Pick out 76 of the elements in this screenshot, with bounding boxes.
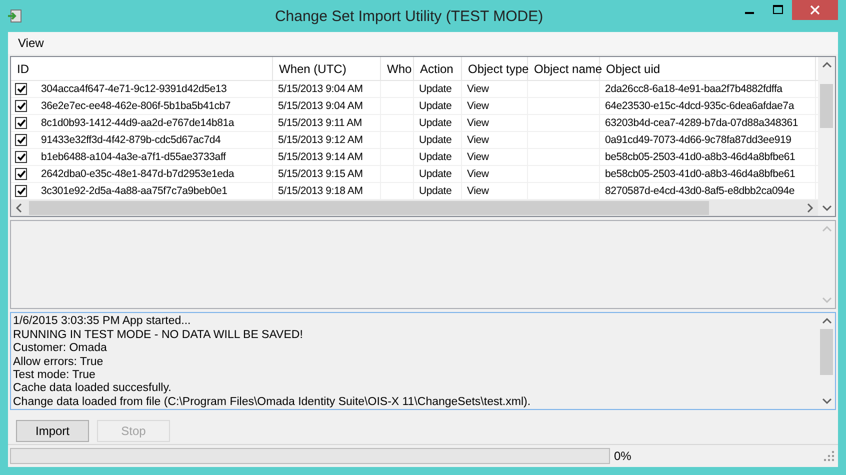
import-button[interactable]: Import xyxy=(16,420,89,442)
scroll-down-icon[interactable] xyxy=(822,397,832,406)
checkbox[interactable] xyxy=(15,116,27,129)
scrollbar-thumb[interactable] xyxy=(820,84,833,128)
checkbox[interactable] xyxy=(15,184,27,197)
table-cell: be58cb05-2503-41d0-a8b3-46d4a8bfbe61 xyxy=(605,168,796,180)
table-cell: 5/15/2013 9:18 AM xyxy=(278,184,363,197)
column-header[interactable]: Object type xyxy=(462,56,528,80)
menu-item[interactable]: View xyxy=(10,34,52,52)
table-cell: 8c1d0b93-1412-44d9-aa2d-e767de14b81a xyxy=(41,116,234,129)
table-cell: Update xyxy=(419,100,452,112)
table-cell: View xyxy=(467,150,489,163)
table-cell: 64e23530-e15c-4dcd-935c-6dea6afdae7a xyxy=(605,100,794,112)
close-icon xyxy=(810,5,820,15)
table-cell: 5/15/2013 9:04 AM xyxy=(278,100,363,112)
table-cell: Update xyxy=(419,116,452,129)
vertical-scrollbar[interactable] xyxy=(818,56,835,216)
table-cell: View xyxy=(467,100,489,112)
scrollbar-thumb[interactable] xyxy=(820,329,833,376)
table-cell: 36e2e7ec-ee48-462e-806f-5b1ba5b41cb7 xyxy=(41,100,231,112)
table-cell: 5/15/2013 9:12 AM xyxy=(278,134,363,146)
log-line: Test mode: True xyxy=(13,368,96,382)
table-cell: 304acca4f647-4e71-9c12-9391d42d5e13 xyxy=(41,82,227,95)
table-cell: 2da26cc8-6a18-4e91-baa2f7b4882fdffa xyxy=(605,82,782,95)
maximize-icon[interactable] xyxy=(773,5,783,15)
progress-label: 0% xyxy=(614,449,632,464)
table-cell: Update xyxy=(419,168,452,180)
app-icon xyxy=(8,9,22,23)
checkbox[interactable] xyxy=(15,82,27,95)
scroll-down-icon[interactable] xyxy=(822,204,832,212)
resize-grip-icon[interactable] xyxy=(824,451,834,462)
table-cell: 0a91cd49-7073-4d66-9c78fa87dd3ee919 xyxy=(605,134,792,146)
scroll-up-icon[interactable] xyxy=(822,317,832,326)
table-cell: 5/15/2013 9:04 AM xyxy=(278,82,363,95)
table-cell: 5/15/2013 9:11 AM xyxy=(278,116,362,129)
close-button[interactable] xyxy=(792,0,838,20)
column-header[interactable]: Object uid xyxy=(600,56,816,80)
table-cell: 3c301e92-2d5a-4a88-aa75f7c7a9beb0e1 xyxy=(41,184,228,197)
table-cell: Update xyxy=(419,150,452,163)
column-header[interactable]: Action xyxy=(414,56,462,80)
column-header[interactable]: Who xyxy=(381,56,414,80)
table-cell: be58cb05-2503-41d0-a8b3-46d4a8bfbe61 xyxy=(605,150,796,163)
column-header[interactable]: Object name xyxy=(528,56,600,80)
table-cell: 5/15/2013 9:14 AM xyxy=(278,150,363,163)
scroll-right-icon[interactable] xyxy=(806,202,814,213)
log-line: Customer: Omada xyxy=(13,342,108,356)
table-cell: 5/15/2013 9:15 AM xyxy=(278,168,363,180)
scroll-left-icon[interactable] xyxy=(15,202,23,213)
log-line: 1/6/2015 3:03:35 PM App started... xyxy=(13,315,192,329)
table-cell: View xyxy=(467,116,489,129)
column-header[interactable]: ID xyxy=(11,56,273,80)
checkbox[interactable] xyxy=(15,100,27,112)
log-line: Allow errors: True xyxy=(13,356,104,369)
scroll-up-icon[interactable] xyxy=(822,60,832,69)
table-cell: b1eb6488-a104-4a3e-a7f1-d55ae3733aff xyxy=(41,150,226,163)
scrollbar-thumb[interactable] xyxy=(29,200,709,215)
checkbox[interactable] xyxy=(15,168,27,180)
checkbox[interactable] xyxy=(15,150,27,163)
column-header[interactable]: When (UTC) xyxy=(273,56,381,80)
table-cell: 63203b4d-cea7-4289-b7da-07d88a348361 xyxy=(605,116,798,129)
table-cell: Update xyxy=(419,134,452,146)
table-cell: View xyxy=(467,134,489,146)
log-line: Change data loaded from file (C:\Program Files\Omada Identity Suite\OIS-X 11\ChangeSets\test.xml). xyxy=(13,396,532,410)
table-cell: View xyxy=(467,82,489,95)
table-cell: Update xyxy=(419,184,452,197)
table-cell: 2642dba0-e35c-48e1-847d-b7d2953e1eda xyxy=(41,168,234,180)
horizontal-scrollbar[interactable] xyxy=(11,200,818,216)
log-line: Cache data loaded succesfully. xyxy=(13,382,172,396)
log-line: RUNNING IN TEST MODE - NO DATA WILL BE SAVED! xyxy=(13,328,304,342)
table-cell: View xyxy=(467,184,489,197)
table-cell: 91433e32ff3d-4f42-879b-cdc5d67ac7d4 xyxy=(41,134,221,146)
table-cell: Update xyxy=(419,82,452,95)
checkbox[interactable] xyxy=(15,134,27,146)
table-cell: 8270587d-e4cd-43d0-8af5-e8dbb2ca094e xyxy=(605,184,795,197)
window-title: Change Set Import Utility (TEST MODE) xyxy=(274,8,544,24)
table-cell: View xyxy=(467,168,489,180)
